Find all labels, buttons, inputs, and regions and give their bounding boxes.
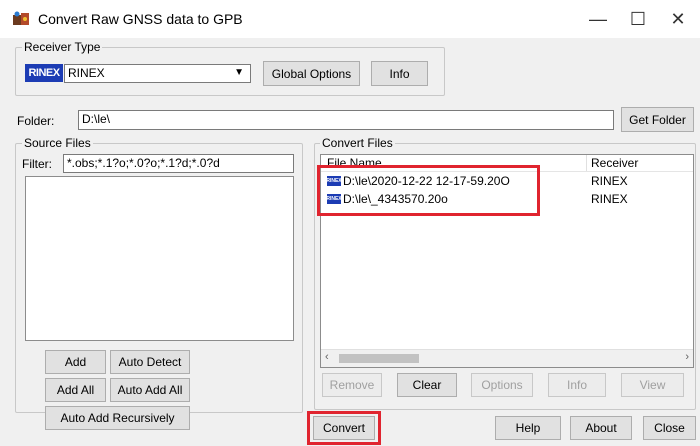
folder-label: Folder: — [17, 114, 55, 128]
column-header-receiver[interactable]: Receiver — [591, 156, 638, 170]
highlight-box-convert — [307, 411, 381, 445]
row-receiver: RINEX — [591, 192, 628, 206]
auto-detect-button[interactable]: Auto Detect — [110, 350, 190, 374]
convert-files-label: Convert Files — [320, 136, 395, 150]
source-files-label: Source Files — [22, 136, 93, 150]
global-options-button[interactable]: Global Options — [263, 61, 360, 86]
add-button[interactable]: Add — [45, 350, 106, 374]
file-info-button[interactable]: Info — [548, 373, 606, 397]
receiver-type-select[interactable]: RINEX ▼ — [64, 64, 251, 83]
scrollbar-thumb[interactable] — [339, 354, 419, 363]
auto-add-all-button[interactable]: Auto Add All — [110, 378, 190, 402]
receiver-type-label: Receiver Type — [22, 40, 103, 54]
filter-label: Filter: — [22, 157, 52, 171]
maximize-icon[interactable]: ☐ — [618, 6, 658, 32]
add-all-button[interactable]: Add All — [45, 378, 106, 402]
view-button[interactable]: View — [621, 373, 684, 397]
get-folder-button[interactable]: Get Folder — [621, 107, 694, 132]
close-window-icon[interactable]: ✕ — [658, 6, 698, 32]
rinex-logo-icon: RINEX — [25, 64, 63, 82]
close-button[interactable]: Close — [643, 416, 696, 440]
remove-button[interactable]: Remove — [322, 373, 382, 397]
options-button[interactable]: Options — [471, 373, 533, 397]
scroll-right-icon[interactable]: › — [685, 351, 689, 363]
row-receiver: RINEX — [591, 174, 628, 188]
scroll-left-icon[interactable]: ‹ — [325, 351, 329, 363]
highlight-box-files — [317, 165, 540, 216]
clear-button[interactable]: Clear — [397, 373, 457, 397]
window-title: Convert Raw GNSS data to GPB — [38, 11, 243, 27]
about-button[interactable]: About — [570, 416, 632, 440]
auto-add-recursively-button[interactable]: Auto Add Recursively — [45, 406, 190, 430]
folder-input[interactable]: D:\le\ — [78, 110, 614, 130]
receiver-type-selected: RINEX — [68, 66, 105, 80]
horizontal-scrollbar[interactable]: ‹ › — [321, 349, 693, 367]
chevron-down-icon: ▼ — [234, 67, 244, 78]
app-icon — [13, 11, 29, 25]
help-button[interactable]: Help — [495, 416, 561, 440]
source-files-list[interactable] — [25, 176, 294, 341]
receiver-info-button[interactable]: Info — [371, 61, 428, 86]
filter-input[interactable]: *.obs;*.1?o;*.0?o;*.1?d;*.0?d — [63, 154, 294, 173]
column-divider — [586, 155, 587, 171]
minimize-icon[interactable]: — — [578, 6, 618, 32]
